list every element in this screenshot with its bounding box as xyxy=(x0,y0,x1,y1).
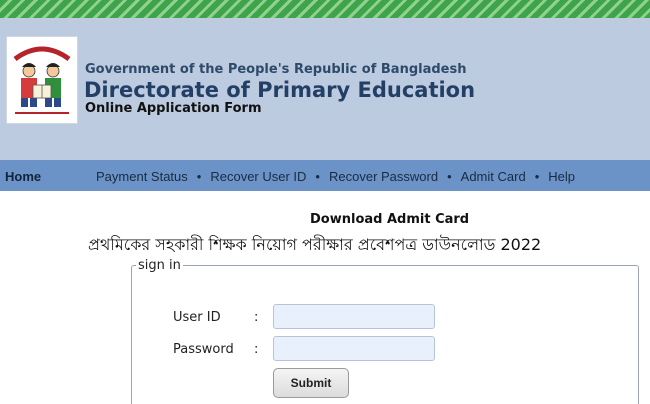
nav-recover-user-id[interactable]: Recover User ID xyxy=(210,169,306,184)
bangla-exam-title: প্রথমিকের সহকারী শিক্ষক নিয়োগ পরীক্ষার … xyxy=(88,235,542,254)
user-id-input[interactable] xyxy=(273,304,435,329)
nav-links: Payment Status • Recover User ID • Recov… xyxy=(96,169,575,184)
form-subtitle: Online Application Form xyxy=(85,101,262,116)
top-stripe xyxy=(0,0,650,18)
signin-fieldset xyxy=(131,265,639,404)
dpe-logo xyxy=(6,36,78,124)
nav-admit-card[interactable]: Admit Card xyxy=(461,169,526,184)
nav-payment-status[interactable]: Payment Status xyxy=(96,169,188,184)
government-title: Government of the People's Republic of B… xyxy=(85,62,467,77)
nav-help[interactable]: Help xyxy=(548,169,575,184)
user-id-colon: : xyxy=(254,310,259,325)
signin-legend: sign in xyxy=(136,258,183,273)
nav-separator: • xyxy=(315,169,320,184)
nav-separator: • xyxy=(534,169,540,184)
password-colon: : xyxy=(254,342,259,357)
submit-button[interactable]: Submit xyxy=(273,368,349,398)
nav-separator: • xyxy=(196,169,202,184)
password-label: Password xyxy=(173,342,234,357)
nav-separator: • xyxy=(447,169,452,184)
directorate-title: Directorate of Primary Education xyxy=(84,78,476,102)
password-input[interactable] xyxy=(273,336,435,361)
user-id-label: User ID xyxy=(173,310,221,325)
nav-recover-password[interactable]: Recover Password xyxy=(329,169,438,184)
download-admit-card-title: Download Admit Card xyxy=(310,212,470,227)
main-navbar: Home Payment Status • Recover User ID • … xyxy=(0,160,650,191)
nav-home[interactable]: Home xyxy=(5,169,41,184)
